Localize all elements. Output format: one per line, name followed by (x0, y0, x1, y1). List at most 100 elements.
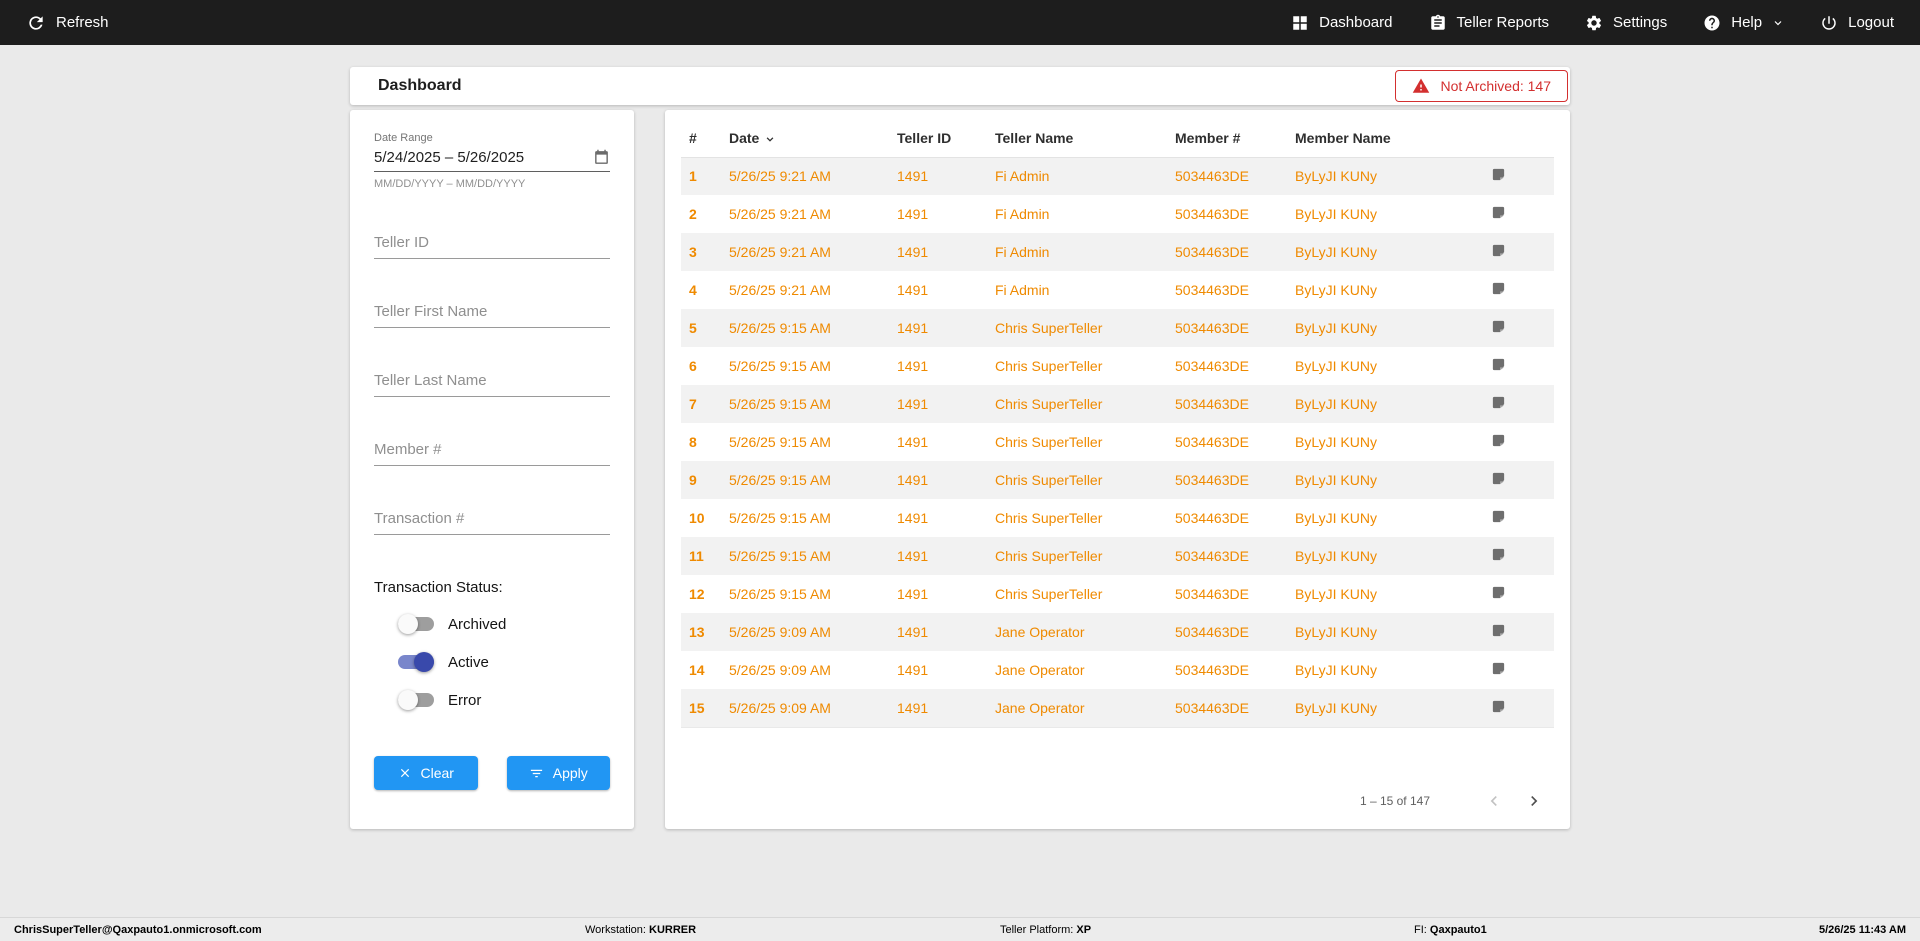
cell-date: 5/26/25 9:15 AM (729, 472, 831, 488)
column-header-member-number[interactable]: Member # (1167, 120, 1287, 158)
column-header-teller-name[interactable]: Teller Name (987, 120, 1167, 158)
error-toggle-switch[interactable] (398, 690, 434, 710)
archived-toggle-switch[interactable] (398, 614, 434, 634)
table-row[interactable]: 9 5/26/25 9:15 AM 1491 Chris SuperTeller… (681, 461, 1554, 499)
note-icon[interactable] (1491, 471, 1506, 486)
note-icon[interactable] (1491, 319, 1506, 334)
note-icon[interactable] (1491, 433, 1506, 448)
cell-member-number: 5034463DE (1175, 320, 1249, 336)
date-range-field (374, 146, 610, 172)
statusbar: ChrisSuperTeller@Qaxpauto1.onmicrosoft.c… (0, 917, 1920, 941)
cell-teller-id: 1491 (897, 168, 929, 185)
teller-id-input[interactable] (374, 230, 610, 259)
column-header-date[interactable]: Date (721, 120, 889, 158)
note-icon[interactable] (1491, 623, 1506, 638)
note-icon[interactable] (1491, 357, 1506, 372)
nav-dashboard[interactable]: Dashboard (1291, 14, 1393, 32)
table-row[interactable]: 8 5/26/25 9:15 AM 1491 Chris SuperTeller… (681, 423, 1554, 461)
cell-notes (1483, 575, 1554, 613)
note-icon[interactable] (1491, 167, 1506, 182)
chevron-left-icon (1484, 791, 1504, 811)
nav-teller-reports[interactable]: Teller Reports (1429, 14, 1549, 32)
transaction-number-input[interactable] (374, 506, 610, 535)
nav-dashboard-label: Dashboard (1319, 14, 1393, 31)
cell-member-name: ByLyJI KUNy (1295, 472, 1377, 488)
cell-teller-name: Jane Operator (995, 662, 1085, 678)
table-row[interactable]: 4 5/26/25 9:21 AM 1491 Fi Admin 5034463D… (681, 271, 1554, 309)
clear-button[interactable]: Clear (374, 756, 478, 790)
note-icon[interactable] (1491, 205, 1506, 220)
note-icon[interactable] (1491, 547, 1506, 562)
note-icon[interactable] (1491, 661, 1506, 676)
results-table-card: # Date Teller ID Teller Name Member # Me… (665, 110, 1570, 829)
table-row[interactable]: 12 5/26/25 9:15 AM 1491 Chris SuperTelle… (681, 575, 1554, 613)
cell-teller-name: Fi Admin (995, 244, 1050, 260)
table-row[interactable]: 14 5/26/25 9:09 AM 1491 Jane Operator 50… (681, 651, 1554, 689)
not-archived-badge[interactable]: Not Archived: 147 (1395, 70, 1568, 102)
cell-member-number: 5034463DE (1175, 510, 1249, 526)
table-row[interactable]: 1 5/26/25 9:21 AM 1491 Fi Admin 5034463D… (681, 157, 1554, 195)
table-row[interactable]: 3 5/26/25 9:21 AM 1491 Fi Admin 5034463D… (681, 233, 1554, 271)
cell-notes (1483, 233, 1554, 271)
cell-member-number: 5034463DE (1175, 624, 1249, 640)
previous-page-button[interactable] (1484, 791, 1504, 811)
table-row[interactable]: 11 5/26/25 9:15 AM 1491 Chris SuperTelle… (681, 537, 1554, 575)
pagination-range: 1 – 15 of 147 (1359, 794, 1430, 808)
cell-member-name: ByLyJI KUNy (1295, 244, 1377, 260)
member-number-input[interactable] (374, 437, 610, 466)
column-header-number[interactable]: # (681, 120, 721, 158)
note-icon[interactable] (1491, 395, 1506, 410)
table-row[interactable]: 13 5/26/25 9:09 AM 1491 Jane Operator 50… (681, 613, 1554, 651)
cell-teller-name: Chris SuperTeller (995, 320, 1103, 336)
cell-member-name: ByLyJI KUNy (1295, 586, 1377, 602)
cell-teller-id: 1491 (897, 358, 929, 374)
column-header-notes (1483, 120, 1554, 158)
refresh-button[interactable]: Refresh (26, 13, 109, 33)
cell-notes (1483, 385, 1554, 423)
table-row[interactable]: 2 5/26/25 9:21 AM 1491 Fi Admin 5034463D… (681, 195, 1554, 233)
table-row[interactable]: 5 5/26/25 9:15 AM 1491 Chris SuperTeller… (681, 309, 1554, 347)
teller-last-name-input[interactable] (374, 368, 610, 397)
filter-panel: Date Range MM/DD/YYYY – MM/DD/YYYY Trans… (350, 110, 634, 829)
column-header-teller-id[interactable]: Teller ID (889, 120, 987, 158)
cell-member-number: 5034463DE (1175, 434, 1249, 450)
date-format-hint: MM/DD/YYYY – MM/DD/YYYY (374, 178, 526, 190)
table-row[interactable]: 7 5/26/25 9:15 AM 1491 Chris SuperTeller… (681, 385, 1554, 423)
row-number: 9 (689, 472, 697, 488)
note-icon[interactable] (1491, 281, 1506, 296)
apply-button[interactable]: Apply (506, 756, 610, 790)
cell-member-number: 5034463DE (1175, 396, 1249, 412)
cell-teller-id: 1491 (897, 510, 929, 526)
cell-member-name: ByLyJI KUNy (1295, 548, 1377, 564)
toggle-archived[interactable]: Archived (398, 614, 610, 634)
row-number: 6 (689, 358, 697, 374)
cell-teller-name: Chris SuperTeller (995, 548, 1103, 564)
toggle-error[interactable]: Error (398, 690, 610, 710)
nav-help[interactable]: Help (1703, 14, 1784, 32)
row-number: 8 (689, 434, 697, 450)
table-row[interactable]: 10 5/26/25 9:15 AM 1491 Chris SuperTelle… (681, 499, 1554, 537)
statusbar-datetime: 5/26/25 11:43 AM (1818, 923, 1906, 936)
note-icon[interactable] (1491, 243, 1506, 258)
cell-member-number: 5034463DE (1175, 548, 1249, 564)
date-range-input[interactable] (374, 149, 593, 166)
row-number: 2 (689, 206, 697, 222)
table-row[interactable]: 6 5/26/25 9:15 AM 1491 Chris SuperTeller… (681, 347, 1554, 385)
note-icon[interactable] (1491, 585, 1506, 600)
note-icon[interactable] (1491, 509, 1506, 524)
nav-settings[interactable]: Settings (1585, 14, 1667, 32)
cell-member-name: ByLyJI KUNy (1295, 662, 1377, 678)
column-header-member-name[interactable]: Member Name (1287, 120, 1483, 158)
toggle-active[interactable]: Active (398, 652, 610, 672)
cell-date: 5/26/25 9:09 AM (729, 624, 831, 640)
active-toggle-switch[interactable] (398, 652, 434, 672)
teller-first-name-input[interactable] (374, 299, 610, 328)
next-page-button[interactable] (1524, 791, 1544, 811)
calendar-icon[interactable] (593, 149, 610, 166)
cell-member-number: 5034463DE (1175, 244, 1249, 260)
note-icon[interactable] (1491, 699, 1506, 714)
nav-logout[interactable]: Logout (1820, 14, 1894, 32)
cell-date: 5/26/25 9:15 AM (729, 358, 831, 374)
table-row[interactable]: 15 5/26/25 9:09 AM 1491 Jane Operator 50… (681, 689, 1554, 728)
row-number: 4 (689, 282, 697, 298)
